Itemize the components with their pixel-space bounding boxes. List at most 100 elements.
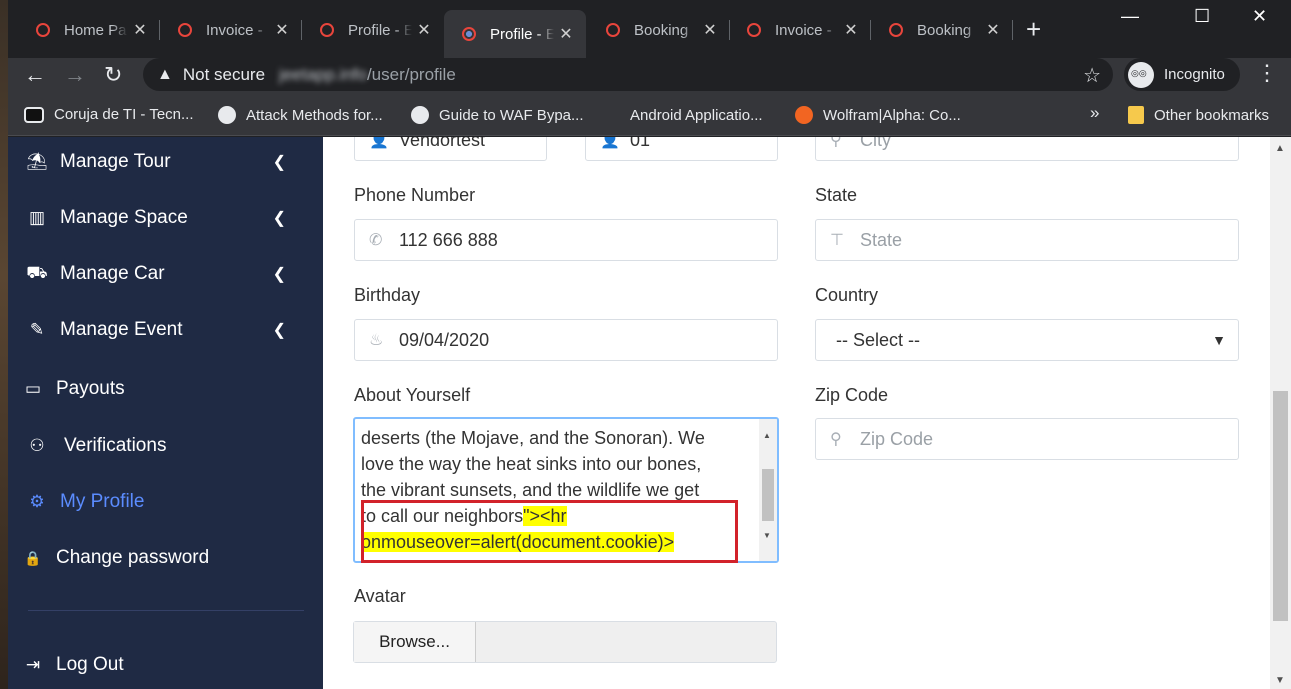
close-tab-icon[interactable]: ✕ <box>698 20 722 40</box>
close-tab-icon[interactable]: ✕ <box>412 20 436 40</box>
city-field[interactable]: ⚲ City <box>815 137 1239 161</box>
browser-tab[interactable]: Home Pa ✕ <box>18 10 160 50</box>
scroll-up-icon[interactable]: ▲ <box>1275 143 1285 154</box>
close-tab-icon[interactable]: ✕ <box>981 20 1005 40</box>
browser-tab[interactable]: Booking ✕ <box>871 10 1013 50</box>
reload-button[interactable]: ↻ <box>104 62 122 88</box>
browser-toolbar: ← → ↻ ▲ Not secure jeetapp.info /user/pr… <box>0 58 1291 96</box>
warning-icon[interactable]: ▲ <box>157 66 173 84</box>
country-select[interactable]: -- Select -- ▼ <box>815 319 1239 361</box>
first-name-field[interactable]: 👤 Vendortest <box>354 137 547 161</box>
sidebar-item-logout[interactable]: ⇥ Log Out <box>22 654 302 676</box>
browser-tab[interactable]: Invoice - ✕ <box>160 10 302 50</box>
globe-icon <box>411 106 429 124</box>
browser-tab[interactable]: Booking ✕ <box>588 10 730 50</box>
security-label[interactable]: Not secure <box>183 65 265 85</box>
site-favicon-icon <box>320 23 334 37</box>
lock-icon: 🔒 <box>24 549 42 566</box>
sidebar-item-manage-car[interactable]: ⛟ Manage Car ❮ <box>26 263 306 285</box>
back-button[interactable]: ← <box>24 62 46 88</box>
sidebar-nav: ⛱ Manage Tour ❮ ▥ Manage Space ❮ ⛟ Manage Car… <box>8 137 323 689</box>
sidebar-item-manage-space[interactable]: ▥ Manage Space ❮ <box>26 207 306 229</box>
cake-icon: ♨ <box>369 332 384 349</box>
folder-icon <box>1128 106 1144 124</box>
chevron-left-icon: ❮ <box>272 154 286 171</box>
page-scrollbar[interactable]: ▲ ▼ <box>1270 137 1291 689</box>
profile-form: 👤 Vendortest 👤 01 ⚲ City Phone Number ✆ 112 … <box>323 137 1270 689</box>
sidebar-item-payouts[interactable]: ▭ Payouts <box>22 378 302 400</box>
site-favicon-icon <box>747 23 761 37</box>
close-tab-icon[interactable]: ✕ <box>270 20 294 40</box>
textarea-scrollbar[interactable]: ▲ ▼ <box>759 419 777 561</box>
textarea-scroll-thumb[interactable] <box>762 469 774 521</box>
sidebar-item-manage-event[interactable]: ✎ Manage Event ❮ <box>26 319 306 341</box>
phone-field[interactable]: ✆ 112 666 888 <box>354 219 778 261</box>
bookmark-item[interactable]: Wolfram|Alpha: Co... <box>795 106 961 124</box>
scroll-down-icon[interactable]: ▼ <box>763 523 771 549</box>
forward-button[interactable]: → <box>64 62 86 88</box>
about-line: deserts (the Mojave, and the Sonoran). W… <box>361 428 705 448</box>
birthday-field[interactable]: ♨ 09/04/2020 <box>354 319 778 361</box>
bookmarks-overflow-button[interactable]: » <box>1090 103 1099 123</box>
wolfram-icon <box>795 106 813 124</box>
handshake-icon: ⚇ <box>29 436 45 455</box>
birthday-label: Birthday <box>354 285 421 305</box>
country-label: Country <box>815 285 879 305</box>
close-tab-icon[interactable]: ✕ <box>554 24 578 44</box>
site-favicon-icon <box>36 23 50 37</box>
site-favicon-icon <box>462 27 476 41</box>
state-label: State <box>815 185 858 205</box>
browser-tab-active[interactable]: Profile - E ✕ <box>444 10 586 58</box>
credit-card-icon: ▭ <box>24 379 42 398</box>
zip-label: Zip Code <box>815 385 889 405</box>
bookmarks-bar: Coruja de TI - Tecn... Attack Methods fo… <box>0 96 1291 136</box>
phone-label: Phone Number <box>354 185 476 205</box>
sidebar-item-my-profile[interactable]: ⚙ My Profile <box>26 491 306 513</box>
avatar-file-input[interactable]: Browse... <box>353 621 777 663</box>
scroll-down-icon[interactable]: ▼ <box>1275 675 1285 686</box>
close-window-button[interactable]: ✕ <box>1252 6 1267 27</box>
blank-icon <box>604 106 620 124</box>
chevron-left-icon: ❮ <box>272 210 286 227</box>
bookmark-item[interactable]: Guide to WAF Bypa... <box>411 106 584 124</box>
bookmark-item[interactable]: Coruja de TI - Tecn... <box>24 106 194 123</box>
avatar-label: Avatar <box>354 586 406 606</box>
browser-tab[interactable]: Invoice - ✕ <box>729 10 871 50</box>
location-icon: ⚲ <box>830 137 842 149</box>
building-icon: ▥ <box>28 208 46 227</box>
state-field[interactable]: ⊤ State <box>815 219 1239 261</box>
chevron-down-icon: ▼ <box>1212 332 1226 348</box>
annotation-highlight-box <box>361 500 738 563</box>
desktop-background <box>0 0 8 689</box>
bookmark-item[interactable]: Attack Methods for... <box>218 106 383 124</box>
browse-button[interactable]: Browse... <box>354 622 476 662</box>
sidebar-item-change-password[interactable]: 🔒 Change password <box>22 547 302 569</box>
map-pin-icon: ⚲ <box>830 431 842 448</box>
page-scroll-thumb[interactable] <box>1273 391 1288 621</box>
browser-menu-icon[interactable]: ⋮ <box>1256 60 1278 86</box>
minimize-button[interactable]: — <box>1121 6 1139 27</box>
incognito-badge[interactable]: Incognito <box>1124 58 1240 91</box>
zip-field[interactable]: ⚲ Zip Code <box>815 418 1239 460</box>
close-tab-icon[interactable]: ✕ <box>128 20 152 40</box>
incognito-icon <box>1128 61 1154 88</box>
last-name-field[interactable]: 👤 01 <box>585 137 778 161</box>
new-tab-button[interactable]: + <box>1026 14 1041 45</box>
sidebar-divider <box>28 610 304 611</box>
address-bar[interactable]: ▲ Not secure jeetapp.info /user/profile … <box>143 58 1113 91</box>
bookmark-star-icon[interactable]: ☆ <box>1083 63 1101 88</box>
maximize-button[interactable]: ☐ <box>1194 6 1210 27</box>
url-host: jeetapp.info <box>279 64 367 84</box>
phone-icon: ✆ <box>369 232 383 249</box>
close-tab-icon[interactable]: ✕ <box>839 20 863 40</box>
chevron-left-icon: ❮ <box>272 322 286 339</box>
sidebar-item-verifications[interactable]: ⚇ Verifications <box>26 435 306 457</box>
scroll-up-icon[interactable]: ▲ <box>763 423 771 449</box>
browser-tab[interactable]: Profile - E ✕ <box>302 10 444 50</box>
bookmark-item[interactable]: Android Applicatio... <box>604 106 763 124</box>
other-bookmarks[interactable]: Other bookmarks <box>1128 106 1269 124</box>
ticket-icon: ✎ <box>29 320 45 339</box>
globe-icon <box>218 106 236 124</box>
signpost-icon: ⊤ <box>830 232 844 249</box>
sidebar-item-manage-tour[interactable]: ⛱ Manage Tour ❮ <box>26 151 306 173</box>
